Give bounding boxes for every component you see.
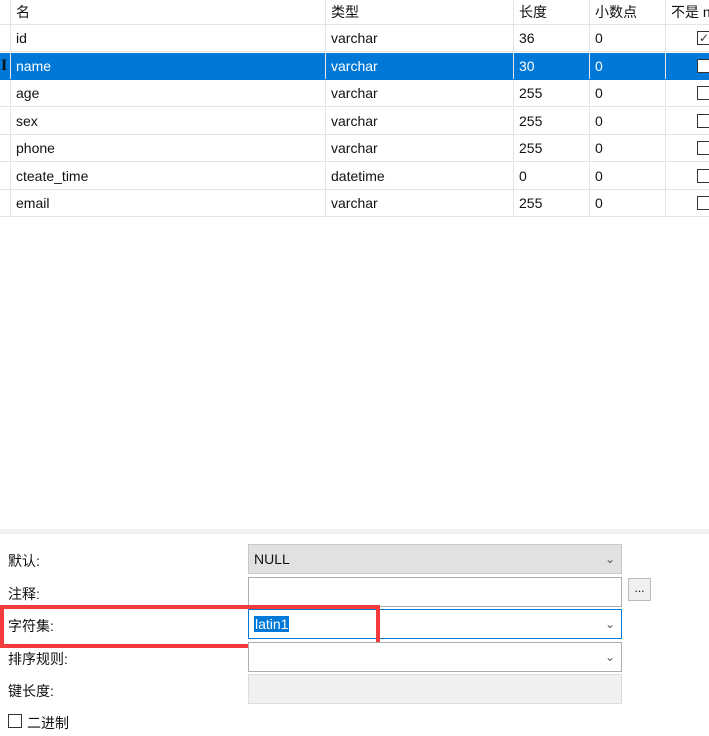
cell-name[interactable]: age [10,80,325,106]
cell-decimal[interactable]: 0 [589,52,665,79]
cell-length[interactable]: 255 [513,107,589,134]
default-value: NULL [254,551,290,567]
panel-divider[interactable] [0,529,709,534]
not-null-checkbox[interactable] [697,113,709,128]
comment-input[interactable] [248,577,622,607]
cell-type[interactable]: varchar [325,190,513,216]
table-row[interactable]: email varchar 255 0 [0,190,709,217]
not-null-checkbox[interactable] [697,141,709,155]
cell-name[interactable]: cteate_time [10,162,325,189]
header-length[interactable]: 长度 [513,0,589,24]
table-row[interactable]: age varchar 255 0 [0,80,709,107]
cell-length[interactable]: 255 [513,135,589,161]
header-decimal[interactable]: 小数点 [589,0,665,24]
not-null-checkbox[interactable] [697,196,709,210]
cell-length[interactable]: 255 [513,80,589,106]
cell-decimal[interactable]: 0 [589,107,665,134]
binary-checkbox[interactable] [8,714,22,728]
collation-select[interactable]: ⌄ [248,642,622,672]
cell-name[interactable]: sex [10,107,325,134]
chevron-down-icon: ⌄ [604,552,615,566]
table-row[interactable]: phone varchar 255 0 [0,135,709,162]
key-length-label: 键长度: [8,683,54,699]
table-row[interactable]: cteate_time datetime 0 0 [0,162,709,190]
not-null-checkbox[interactable] [697,168,709,183]
cell-length[interactable]: 36 [513,25,589,51]
cell-decimal[interactable]: 0 [589,25,665,51]
cell-type[interactable]: varchar [325,52,513,79]
grid-header: 名 类型 长度 小数点 不是 null [0,0,709,25]
not-null-checkbox[interactable] [697,86,709,100]
chevron-down-icon: ⌄ [604,617,615,631]
cell-name[interactable]: phone [10,135,325,161]
binary-label[interactable]: 二进制 [27,713,69,733]
collation-label: 排序规则: [8,651,68,667]
text-cursor-icon: I [1,57,8,74]
header-type[interactable]: 类型 [325,0,513,24]
cell-decimal[interactable]: 0 [589,135,665,161]
cell-type[interactable]: datetime [325,162,513,189]
key-length-input [248,674,622,704]
default-label: 默认: [8,553,40,569]
comment-edit-button[interactable]: ... [628,578,651,601]
cell-length[interactable]: 30 [513,52,589,79]
cell-decimal[interactable]: 0 [589,80,665,106]
not-null-checkbox[interactable]: ✓ [697,31,709,45]
cell-length[interactable]: 0 [513,162,589,189]
default-select[interactable]: NULL ⌄ [248,544,622,574]
header-name[interactable]: 名 [10,0,325,24]
header-not-null[interactable]: 不是 null [665,0,709,24]
not-null-checkbox[interactable] [697,58,709,73]
cell-decimal[interactable]: 0 [589,162,665,189]
table-row[interactable]: name varchar 30 0 [0,52,709,80]
table-row[interactable]: sex varchar 255 0 [0,107,709,135]
table-row[interactable]: id varchar 36 0 ✓ [0,25,709,52]
cell-type[interactable]: varchar [325,25,513,51]
cell-type[interactable]: varchar [325,80,513,106]
chevron-down-icon: ⌄ [604,650,615,664]
comment-label: 注释: [8,586,40,602]
cell-name[interactable]: email [10,190,325,216]
cell-decimal[interactable]: 0 [589,190,665,216]
cell-length[interactable]: 255 [513,190,589,216]
cell-type[interactable]: varchar [325,107,513,134]
cell-name[interactable]: id [10,25,325,51]
cell-type[interactable]: varchar [325,135,513,161]
cell-name[interactable]: name [10,52,325,79]
